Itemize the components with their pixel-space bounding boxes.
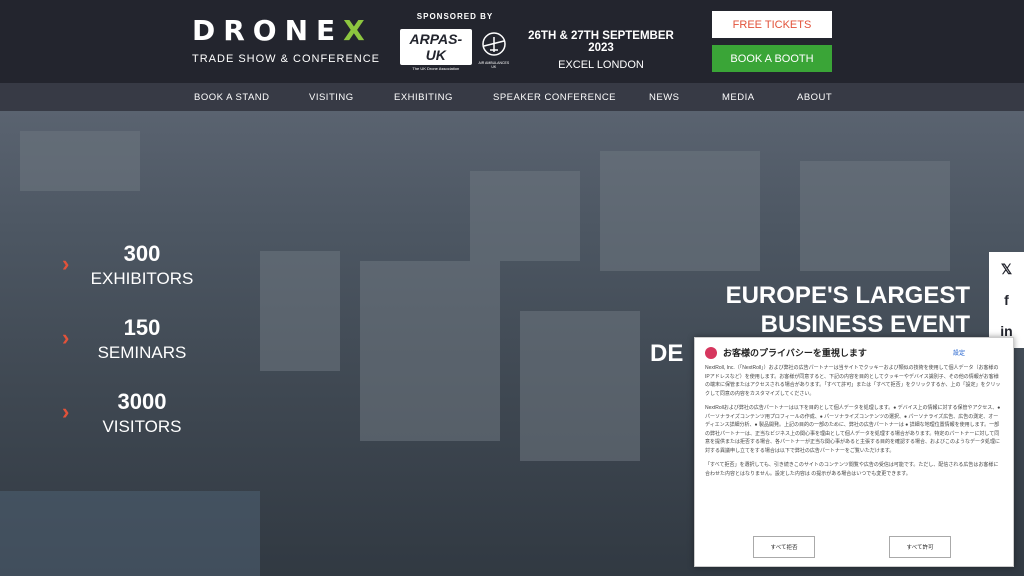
stat-number: 150 <box>123 315 161 340</box>
privacy-settings-link[interactable]: 設定 <box>953 348 965 357</box>
privacy-paragraph-3: 「すべて拒否」を選択しても、引き続きこのサイトのコンテンツ閲覧や広告の受信は可能… <box>705 462 999 477</box>
logo-text: DRONE <box>192 14 344 47</box>
stat-label: VISITORS <box>102 417 182 436</box>
stat-exhibitors: › 300 EXHIBITORS <box>62 241 222 289</box>
site-header: DRONEX TRADE SHOW & CONFERENCE SPONSORED… <box>0 0 1024 83</box>
headline-line-1: EUROPE'S LARGEST <box>725 282 970 309</box>
book-booth-button[interactable]: BOOK A BOOTH <box>712 45 832 72</box>
sponsor-block: SPONSORED BY ARPAS-UK The UK Drone Assoc… <box>400 12 510 71</box>
sponsor-label: SPONSORED BY <box>416 12 494 21</box>
stat-number: 300 <box>123 241 161 266</box>
nextroll-icon <box>705 347 717 359</box>
nav-exhibiting[interactable]: EXHIBITING <box>394 92 453 103</box>
event-date: 26TH & 27TH SEPTEMBER 2023 EXCEL LONDON <box>516 30 686 71</box>
chevron-right-icon: › <box>62 251 70 276</box>
nav-media[interactable]: MEDIA <box>722 92 755 103</box>
headline-line-3: DE <box>650 340 684 367</box>
stat-visitors: › 3000 VISITORS <box>62 389 222 437</box>
main-nav: BOOK A STAND VISITING EXHIBITING SPEAKER… <box>0 83 1024 111</box>
nav-book-a-stand[interactable]: BOOK A STAND <box>194 92 270 103</box>
stat-label: SEMINARS <box>97 343 187 362</box>
nav-visiting[interactable]: VISITING <box>309 92 354 103</box>
arpas-logo[interactable]: ARPAS-UK The UK Drone Association <box>400 29 472 71</box>
venue-text: EXCEL LONDON <box>558 59 644 71</box>
plane-icon <box>482 31 506 56</box>
nav-about[interactable]: ABOUT <box>797 92 832 103</box>
stat-seminars: › 150 SEMINARS <box>62 315 222 363</box>
privacy-dialog: お客様のプライバシーを重視します 設定 NextRoll, Inc.（「Next… <box>694 337 1014 567</box>
air-ambulance-logo[interactable]: AIR AMBULANCES UK <box>478 31 510 69</box>
reject-all-button[interactable]: すべて拒否 <box>753 536 815 558</box>
logo-subtitle: TRADE SHOW & CONFERENCE <box>192 53 381 65</box>
privacy-title: お客様のプライバシーを重視します <box>723 348 867 358</box>
nav-news[interactable]: NEWS <box>649 92 680 103</box>
chevron-right-icon: › <box>62 399 70 424</box>
privacy-body: NextRoll, Inc.（「NextRoll」）および弊社の広告パートナーは… <box>705 364 1003 484</box>
twitter-icon[interactable]: 𝕏 <box>989 252 1024 286</box>
chevron-right-icon: › <box>62 325 70 350</box>
dronex-logo[interactable]: DRONEX TRADE SHOW & CONFERENCE <box>192 14 380 65</box>
logo-x: X <box>343 14 373 47</box>
privacy-paragraph-1: NextRoll, Inc.（「NextRoll」）および弊社の広告パートナーは… <box>705 365 1001 397</box>
stat-label: EXHIBITORS <box>90 269 194 288</box>
facebook-icon[interactable]: f <box>989 283 1024 317</box>
privacy-paragraph-2: NextRollおよび弊社の広告パートナーは以下を目的として個人データを処理しま… <box>705 405 1001 454</box>
accept-all-button[interactable]: すべて許可 <box>889 536 951 558</box>
date-text: 26TH & 27TH SEPTEMBER 2023 <box>528 30 674 54</box>
free-tickets-button[interactable]: FREE TICKETS <box>712 11 832 38</box>
stat-number: 3000 <box>117 389 167 414</box>
headline-line-2: BUSINESS EVENT <box>760 311 970 338</box>
nav-speaker-conference[interactable]: SPEAKER CONFERENCE <box>493 92 616 103</box>
